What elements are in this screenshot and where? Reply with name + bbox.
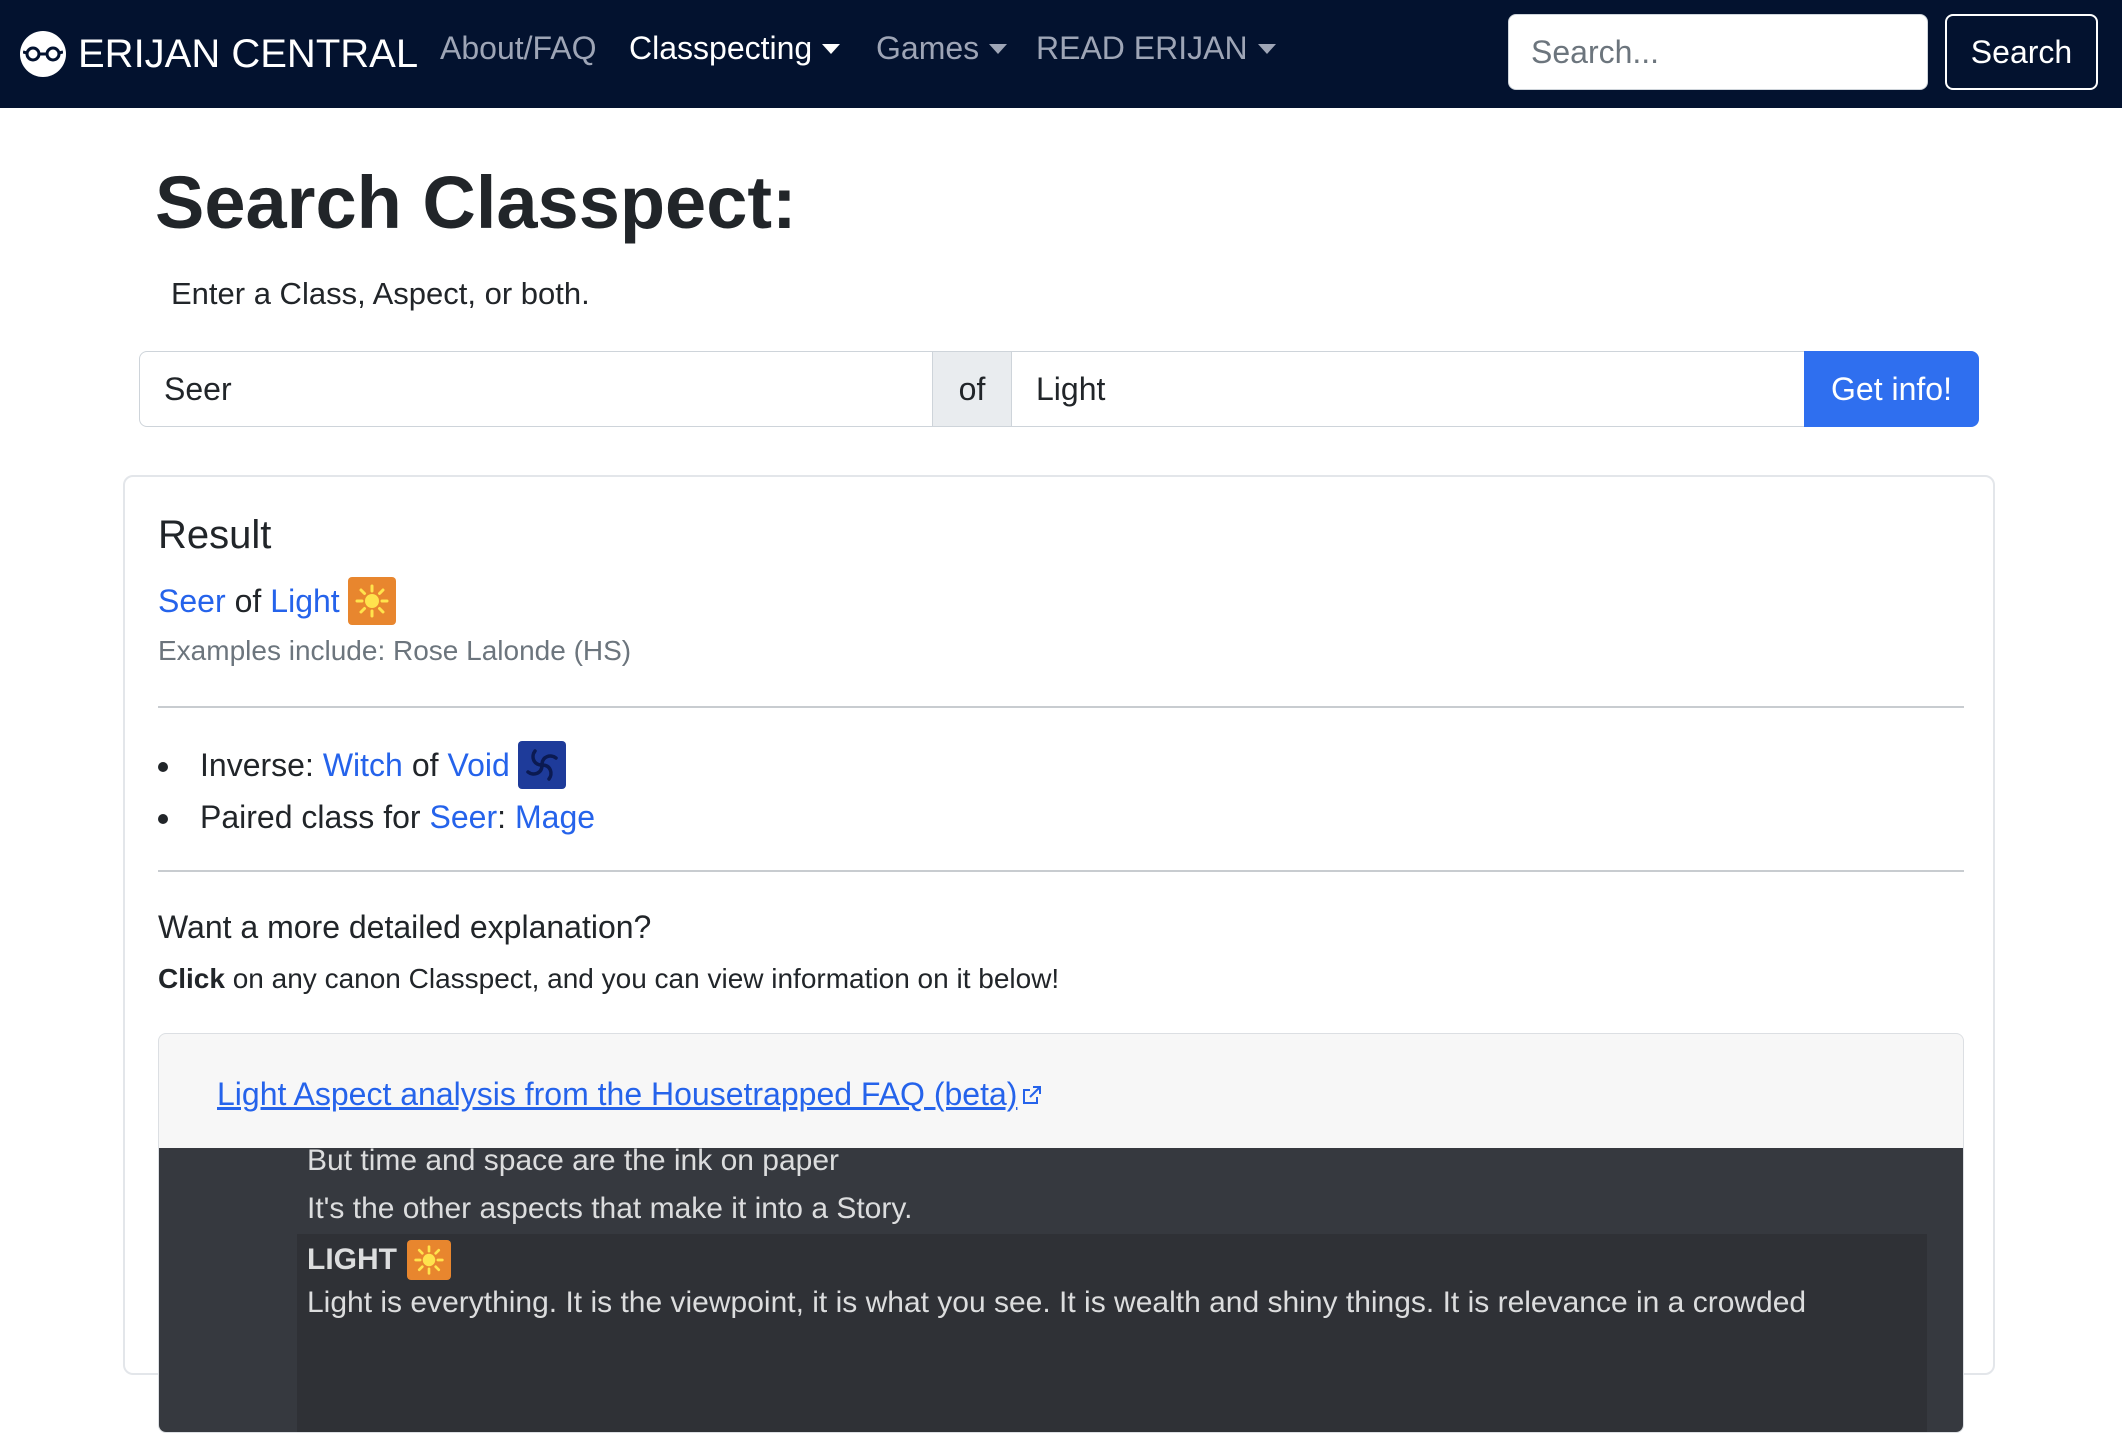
of-separator: of: [932, 351, 1012, 427]
explanation-detail: Click on any canon Classpect, and you ca…: [158, 963, 1059, 995]
inverse-aspect-link[interactable]: Void: [448, 747, 510, 784]
brand-logo-icon: [20, 31, 66, 77]
nav-games-dropdown[interactable]: Games: [876, 30, 1008, 67]
classpect-search-form: of Get info!: [139, 351, 1979, 427]
analysis-line: But time and space are the ink on paper: [307, 1144, 840, 1177]
nav-classpecting-dropdown[interactable]: Classpecting: [629, 30, 841, 67]
explanation-click-bold: Click: [158, 963, 225, 994]
paired-label: Paired class for: [200, 798, 421, 835]
nav-read-erijan-label: READ ERIJAN: [1036, 30, 1248, 66]
class-input[interactable]: [139, 351, 933, 427]
analysis-content: But time and space are the ink on paper …: [159, 1144, 1963, 1432]
sun-icon: [347, 577, 396, 625]
inverse-class-link[interactable]: Witch: [323, 747, 403, 784]
brand-text: ERIJAN CENTRAL: [78, 31, 419, 76]
result-classpect: Seer of Light: [158, 577, 396, 625]
page-subtitle: Enter a Class, Aspect, or both.: [171, 276, 590, 311]
light-aspect-heading: LIGHT: [307, 1240, 451, 1280]
inverse-of: of: [411, 746, 439, 783]
result-of: of: [234, 582, 262, 619]
chevron-down-icon: [822, 43, 841, 54]
light-aspect-section: LIGHT Light is everything. It is the vie…: [297, 1234, 1927, 1432]
result-class-link[interactable]: Seer: [158, 583, 226, 620]
result-aspect-link[interactable]: Light: [270, 583, 339, 620]
void-swirl-icon: [517, 741, 566, 789]
get-info-button[interactable]: Get info!: [1804, 351, 1979, 427]
analysis-link[interactable]: Light Aspect analysis from the Housetrap…: [217, 1076, 1043, 1113]
nav-search-input[interactable]: [1508, 14, 1928, 90]
result-card: Result Seer of Light Examples include: R…: [123, 475, 1995, 1433]
analysis-link-text: Light Aspect analysis from the Housetrap…: [217, 1076, 1018, 1112]
light-aspect-title: LIGHT: [307, 1243, 397, 1276]
navbar: ERIJAN CENTRAL About/FAQ Classpecting Ga…: [0, 0, 2122, 108]
page-title: Search Classpect:: [155, 161, 797, 244]
result-heading: Result: [158, 513, 272, 557]
divider: [158, 706, 1964, 708]
paired-sep: :: [497, 798, 507, 835]
nav-games-label: Games: [876, 30, 980, 66]
chevron-down-icon: [1257, 43, 1276, 54]
divider: [158, 870, 1964, 872]
paired-seer-link[interactable]: Seer: [430, 799, 498, 836]
nav-classpecting-label: Classpecting: [629, 30, 813, 66]
external-link-icon: [1021, 1084, 1043, 1106]
nav-search-button[interactable]: Search: [1945, 14, 2098, 90]
analysis-line: It's the other aspects that make it into…: [307, 1192, 913, 1225]
chevron-down-icon: [989, 43, 1008, 54]
examples-text: Examples include: Rose Lalonde (HS): [158, 635, 632, 666]
inverse-item: Inverse: Witch of Void: [158, 739, 595, 791]
nav-about-faq-label: About/FAQ: [440, 30, 597, 66]
brand-link[interactable]: ERIJAN CENTRAL: [20, 24, 418, 84]
explanation-detail-text: on any canon Classpect, and you can view…: [224, 963, 1060, 994]
aspect-input[interactable]: [1011, 351, 1805, 427]
light-aspect-text: Light is everything. It is the viewpoint…: [307, 1286, 1807, 1319]
explanation-question: Want a more detailed explanation?: [158, 909, 652, 945]
analysis-panel: Light Aspect analysis from the Housetrap…: [158, 1033, 1964, 1433]
inverse-label: Inverse:: [200, 746, 314, 783]
nav-read-erijan-dropdown[interactable]: READ ERIJAN: [1036, 30, 1276, 67]
nav-about-faq[interactable]: About/FAQ: [440, 30, 597, 67]
paired-class-item: Paired class for Seer : Mage: [158, 791, 595, 843]
sun-icon: [407, 1240, 451, 1280]
paired-mage-link[interactable]: Mage: [515, 799, 595, 836]
result-details-list: Inverse: Witch of Void Paired class for …: [158, 739, 595, 843]
